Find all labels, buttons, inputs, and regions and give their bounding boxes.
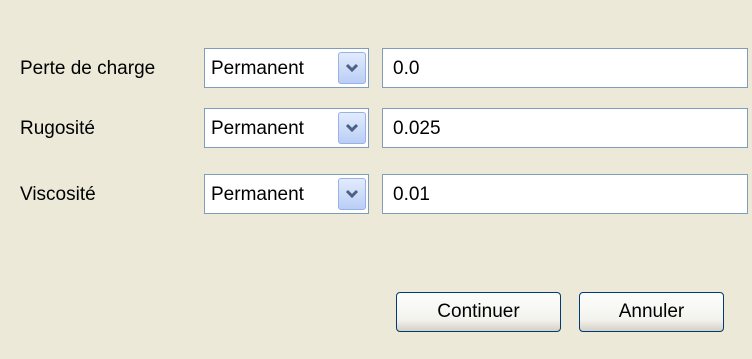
dropdown-arrow-button[interactable] — [338, 178, 366, 210]
perte-de-charge-value-input[interactable]: 0.0 — [382, 48, 748, 88]
rugosite-value: 0.025 — [393, 118, 441, 139]
chevron-down-icon — [345, 63, 359, 73]
perte-de-charge-label: Perte de charge — [20, 58, 156, 79]
viscosite-value-input[interactable]: 0.01 — [382, 174, 748, 214]
perte-de-charge-mode-select[interactable]: Permanent — [204, 48, 369, 88]
perte-de-charge-value: 0.0 — [393, 58, 420, 79]
rugosite-row: Rugosité Permanent 0.025 — [0, 108, 752, 150]
viscosite-mode-select[interactable]: Permanent — [204, 174, 369, 214]
dropdown-arrow-button[interactable] — [338, 52, 366, 84]
viscosite-value: 0.01 — [393, 184, 430, 205]
rugosite-label: Rugosité — [20, 118, 95, 139]
perte-de-charge-row: Perte de charge Permanent 0.0 — [0, 48, 752, 90]
viscosite-row: Viscosité Permanent 0.01 — [0, 174, 752, 216]
rugosite-value-input[interactable]: 0.025 — [382, 108, 748, 148]
chevron-down-icon — [345, 189, 359, 199]
viscosite-label: Viscosité — [20, 184, 96, 205]
rugosite-mode-value: Permanent — [211, 118, 304, 139]
chevron-down-icon — [345, 123, 359, 133]
continue-button[interactable]: Continuer — [396, 292, 561, 332]
viscosite-mode-value: Permanent — [211, 184, 304, 205]
rugosite-mode-select[interactable]: Permanent — [204, 108, 369, 148]
dropdown-arrow-button[interactable] — [338, 112, 366, 144]
perte-de-charge-mode-value: Permanent — [211, 58, 304, 79]
cancel-button[interactable]: Annuler — [579, 292, 724, 332]
